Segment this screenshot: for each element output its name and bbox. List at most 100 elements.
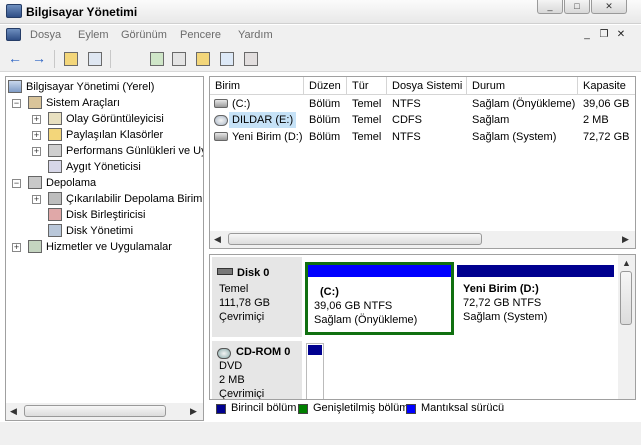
table-cell: DILDAR (E:) — [229, 112, 297, 128]
column-header-dosya-sistemi[interactable]: Dosya Sistemi — [387, 77, 467, 95]
console-tree: Bilgisayar Yönetimi (Yerel) − Sistem Ara… — [5, 76, 204, 421]
storage-icon — [28, 176, 42, 189]
legend-label: Birincil bölüm — [231, 402, 297, 414]
expand-icon[interactable]: + — [32, 131, 41, 140]
back-icon[interactable]: ← — [8, 50, 26, 68]
drive-icon — [214, 132, 228, 141]
table-cell: 39,06 GB — [583, 98, 630, 110]
tree-item-aygit-yoneticisi[interactable]: Aygıt Yöneticisi — [30, 159, 141, 175]
disk-management-icon — [48, 224, 62, 237]
scroll-left-icon[interactable]: ◀ — [214, 234, 221, 245]
tree-item-label: Hizmetler ve Uygulamalar — [46, 241, 172, 253]
legend-label: Mantıksal sürücü — [421, 402, 505, 414]
collapse-icon[interactable]: − — [12, 179, 21, 188]
tree-item-hizmetler[interactable]: + Hizmetler ve Uygulamalar — [10, 239, 172, 255]
properties-icon[interactable] — [170, 50, 188, 68]
show-tree-icon[interactable] — [86, 50, 104, 68]
title-bar: Bilgisayar Yönetimi _ □ ✕ — [0, 0, 641, 24]
open-folder-icon[interactable] — [194, 50, 212, 68]
search-icon[interactable] — [218, 50, 236, 68]
table-cell: Temel — [352, 98, 382, 110]
tree-item-sistem-araclari[interactable]: − Sistem Araçları — [10, 95, 120, 111]
expand-icon[interactable]: + — [32, 195, 41, 204]
menu-dosya[interactable]: Dosya — [30, 29, 61, 41]
tree-item-disk-birlestiricisi[interactable]: Disk Birleştiricisi — [30, 207, 145, 223]
volume-list: Birim Düzen Tür Dosya Sistemi Durum Kapa… — [209, 76, 636, 249]
tree-item-paylasilan-klasorler[interactable]: + Paylaşılan Klasörler — [30, 127, 163, 143]
table-cell: Yeni Birim (D:) — [232, 131, 303, 143]
maximize-button[interactable]: □ — [564, 0, 590, 14]
scrollbar-thumb[interactable] — [620, 271, 632, 325]
legend-label: Genişletilmiş bölüm — [313, 402, 409, 414]
column-header-birim[interactable]: Birim — [210, 77, 304, 95]
partition-c[interactable]: (C:) 39,06 GB NTFS Sağlam (Önyükleme) — [305, 262, 454, 335]
partition-color-bar — [308, 345, 322, 355]
minimize-button[interactable]: _ — [537, 0, 563, 14]
expand-icon[interactable]: + — [32, 115, 41, 124]
scroll-up-icon[interactable]: ▲ — [622, 258, 631, 268]
disk-0-info[interactable]: Disk 0 Temel 111,78 GB Çevrimiçi — [212, 257, 302, 337]
tools-icon — [28, 96, 42, 109]
menu-eylem[interactable]: Eylem — [78, 29, 109, 41]
disk-type: DVD — [219, 360, 243, 372]
scroll-left-icon[interactable]: ◀ — [10, 406, 17, 417]
expand-icon[interactable]: + — [32, 147, 41, 156]
table-cell: Sağlam — [472, 114, 510, 126]
menu-gorunum[interactable]: Görünüm — [121, 29, 167, 41]
scrollbar-thumb[interactable] — [24, 405, 166, 417]
tree-item-label: Olay Görüntüleyicisi — [66, 113, 164, 125]
forward-icon[interactable]: → — [32, 50, 50, 68]
toolbar: ← → — [0, 46, 641, 72]
tree-item-label: Çıkarılabilir Depolama Birimi — [66, 193, 204, 205]
shared-folder-icon — [48, 128, 62, 141]
table-cell: Sağlam (Önyükleme) — [472, 98, 576, 110]
table-cell: (C:) — [232, 98, 251, 110]
partition-title: (C:) — [320, 286, 339, 298]
mdi-minimize-button[interactable]: _ — [580, 28, 594, 42]
scroll-right-icon[interactable]: ▶ — [622, 234, 629, 245]
tree-item-depolama[interactable]: − Depolama — [10, 175, 96, 191]
table-cell: 72,72 GB — [583, 131, 630, 143]
menu-bar: Dosya Eylem Görünüm Pencere Yardım _ ❐ ✕ — [0, 25, 641, 46]
mdi-close-button[interactable]: ✕ — [614, 28, 628, 42]
expand-icon[interactable]: + — [12, 243, 21, 252]
partition-color-bar — [308, 265, 451, 277]
tree-item-label: Aygıt Yöneticisi — [66, 161, 141, 173]
scroll-right-icon[interactable]: ▶ — [190, 406, 197, 417]
tree-item-disk-yonetimi[interactable]: Disk Yönetimi — [30, 223, 133, 239]
tree-horizontal-scrollbar[interactable]: ◀ ▶ — [6, 403, 203, 420]
menu-pencere[interactable]: Pencere — [180, 29, 221, 41]
cdrom-0-info[interactable]: CD-ROM 0 DVD 2 MB Çevrimiçi — [212, 341, 302, 399]
tree-item-olay-goruntuleyicisi[interactable]: + Olay Görüntüleyicisi — [30, 111, 164, 127]
up-folder-icon[interactable] — [62, 50, 80, 68]
table-cell: NTFS — [392, 131, 421, 143]
column-header-durum[interactable]: Durum — [467, 77, 578, 95]
tree-item-cikarilabilir[interactable]: + Çıkarılabilir Depolama Birimi — [30, 191, 204, 207]
tree-root[interactable]: Bilgisayar Yönetimi (Yerel) — [8, 79, 154, 95]
menu-yardim[interactable]: Yardım — [238, 29, 273, 41]
services-icon — [28, 240, 42, 253]
graph-vertical-scrollbar[interactable]: ▲ — [618, 255, 635, 399]
column-header-tur[interactable]: Tür — [347, 77, 387, 95]
table-cell: Temel — [352, 114, 382, 126]
cdrom-icon — [217, 348, 231, 359]
partition-d[interactable]: Yeni Birim (D:) 72,72 GB NTFS Sağlam (Sy… — [457, 265, 614, 332]
refresh-icon[interactable] — [148, 50, 166, 68]
column-header-kapasite[interactable]: Kapasite — [578, 77, 635, 95]
partition-status: Sağlam (Önyükleme) — [314, 314, 418, 326]
disk-type: Temel — [219, 283, 249, 295]
column-header-duzen[interactable]: Düzen — [304, 77, 347, 95]
disk-size: 2 MB — [219, 374, 245, 386]
close-button[interactable]: ✕ — [591, 0, 627, 14]
mdi-restore-button[interactable]: ❐ — [597, 28, 611, 42]
collapse-icon[interactable]: − — [12, 99, 21, 108]
scrollbar-thumb[interactable] — [228, 233, 482, 245]
tree-root-label: Bilgisayar Yönetimi (Yerel) — [26, 81, 155, 93]
partition-color-bar — [457, 265, 614, 277]
list-horizontal-scrollbar[interactable]: ◀ ▶ — [210, 231, 635, 248]
defragmenter-icon — [48, 208, 62, 221]
cdrom-volume-block[interactable] — [306, 343, 324, 399]
tree-item-performans[interactable]: + Performans Günlükleri ve Uy — [30, 143, 203, 159]
disk-size: 111,78 GB — [219, 297, 270, 309]
settings-icon[interactable] — [242, 50, 260, 68]
